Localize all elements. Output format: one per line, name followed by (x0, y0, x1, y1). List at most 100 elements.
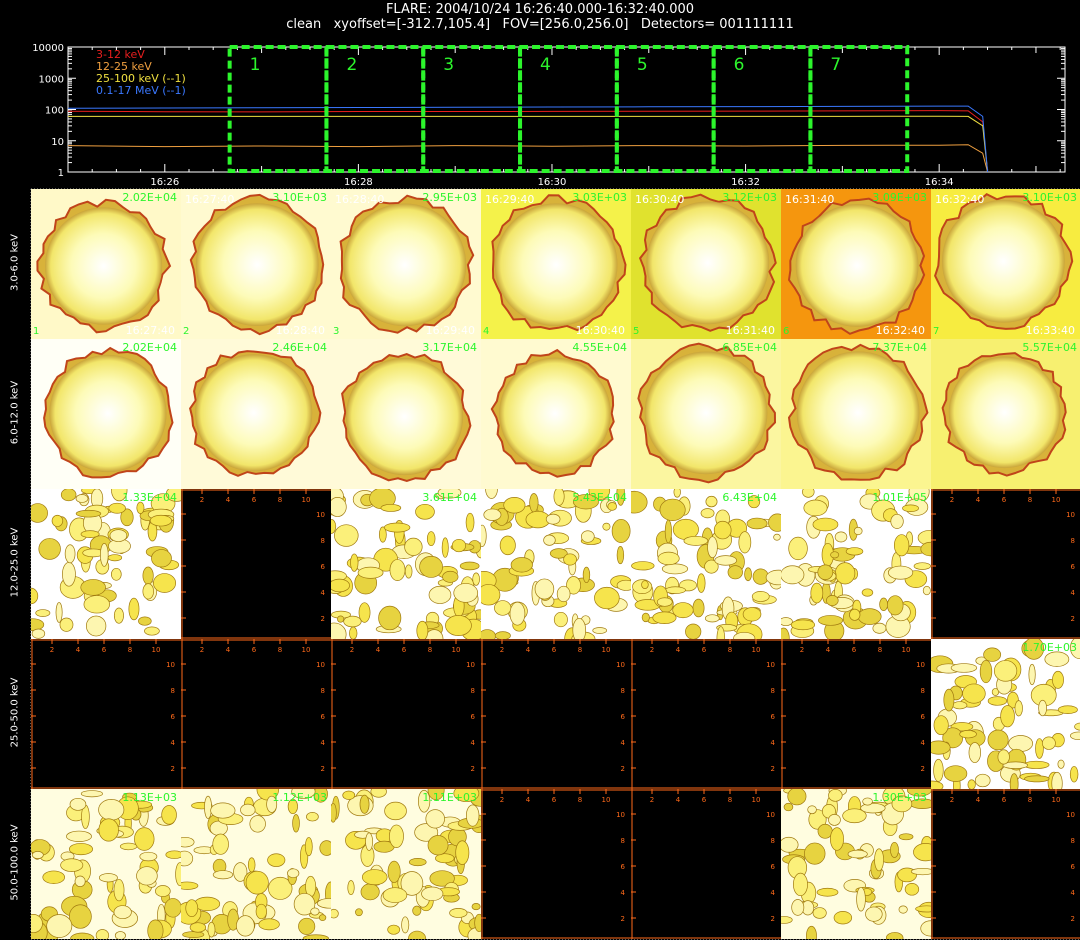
speckle-blob (38, 538, 61, 560)
speckle-blob (781, 617, 793, 627)
series-line (67, 144, 989, 173)
speckle-blob (64, 544, 76, 564)
axis-tick-label: 10 (616, 661, 625, 669)
interval-number-label: 3 (333, 326, 340, 337)
speckle-blob (661, 563, 689, 575)
speckle-blob (979, 659, 993, 684)
speckle-blob (164, 898, 181, 918)
speckle-blob (494, 600, 512, 616)
axis-tick-label: 10 (452, 646, 461, 654)
interval-end-time: 16:32:40 (875, 324, 925, 337)
speckle-blob (416, 620, 429, 639)
speckle-blob (95, 929, 110, 939)
speckle-blob (425, 809, 445, 829)
speckle-blob (194, 896, 221, 912)
speckle-blob (471, 903, 481, 911)
speckle-blob (862, 797, 873, 806)
speckle-blob (1044, 651, 1070, 667)
speckle-blob (75, 494, 89, 503)
image-canvas (181, 189, 331, 339)
image-cell: 2.95E+03 3 16:29:40 16:28:40 (331, 189, 481, 339)
speckle-blob (161, 805, 177, 825)
speckle-blob (704, 614, 720, 623)
image-canvas (31, 489, 181, 639)
speckle-blob (139, 851, 158, 862)
speckle-blob (331, 497, 347, 517)
interval-start-time: 16:29:40 (485, 193, 535, 206)
axis-tick-label: 6 (1002, 496, 1007, 504)
axis-tick-label: 8 (771, 687, 775, 695)
speckle-blob (453, 583, 479, 603)
axis-tick-label: 6 (252, 496, 257, 504)
peak-flux-label: 2.95E+03 (422, 191, 477, 204)
speckle-blob (427, 835, 449, 856)
axis-tick-label: 10 (302, 496, 311, 504)
speckle-blob (1052, 670, 1064, 689)
speckle-blob (781, 836, 799, 853)
blank-image (481, 639, 631, 789)
image-canvas (481, 339, 631, 489)
speckle-blob (350, 553, 359, 572)
interval-label: 3 (443, 55, 454, 75)
speckle-blob (361, 869, 388, 886)
speckle-blob (60, 858, 84, 872)
speckle-blob (51, 514, 64, 527)
peak-flux-label: 1.33E+04 (122, 491, 177, 504)
speckle-blob (594, 586, 620, 610)
blank-image (631, 789, 781, 939)
axis-tick-label: 2 (321, 765, 325, 773)
speckle-blob (304, 837, 313, 857)
speckle-blob (834, 562, 856, 585)
speckle-blob (1041, 736, 1056, 750)
speckle-blob (830, 827, 844, 851)
image-cell: 7.37E+04 (781, 339, 931, 489)
speckle-blob (100, 543, 109, 567)
speckle-blob (915, 905, 931, 913)
interval-end-time: 16:29:40 (425, 324, 475, 337)
speckle-blob (652, 611, 677, 624)
axis-tick-label: 4 (471, 739, 476, 747)
speckle-blob (860, 802, 886, 814)
interval-start-time: 16:28:40 (335, 193, 385, 206)
axis-tick-label: 6 (321, 563, 326, 571)
axis-tick-label: 10 (766, 811, 775, 819)
speckle-blob (204, 795, 212, 819)
blank-image (481, 789, 631, 939)
speckle-blob (210, 802, 236, 819)
interval-box (518, 45, 619, 173)
axis-tick-label: 8 (321, 687, 325, 695)
speckle-blob (113, 607, 124, 624)
image-cell: 2.02E+04 1 16:27:40 (31, 189, 181, 339)
peak-flux-label: 3.10E+03 (272, 191, 327, 204)
axis-tick-label: 6 (621, 713, 626, 721)
speckle-blob (465, 512, 475, 533)
speckle-blob (412, 905, 422, 916)
disk-body (195, 203, 319, 327)
peak-flux-label: 1.01E+05 (872, 491, 927, 504)
speckle-blob (136, 866, 158, 886)
speckle-blob (967, 779, 976, 789)
speckle-blob (66, 830, 92, 842)
interval-box (711, 45, 813, 173)
speckle-blob (952, 701, 968, 710)
speckle-blob (292, 814, 300, 833)
axis-tick-label: 4 (1071, 589, 1076, 597)
speckle-blob (742, 607, 762, 622)
image-canvas (781, 789, 931, 939)
speckle-blob (83, 595, 111, 614)
image-cell: 3.17E+04 (331, 339, 481, 489)
speckle-blob (962, 683, 986, 704)
speckle-blob (1069, 766, 1079, 783)
image-cell: 5.57E+04 (931, 339, 1080, 489)
image-cell: 1.33E+04 (31, 489, 181, 639)
peak-flux-label: 3.12E+03 (722, 191, 777, 204)
image-cell: 2 2 4 4 6 6 8 8 10 10 (631, 789, 781, 939)
speckle-blob (318, 914, 327, 922)
axis-tick-label: 8 (921, 687, 925, 695)
image-cell: 3.12E+03 5 16:31:40 16:30:40 (631, 189, 781, 339)
axis-tick-label: 4 (826, 646, 831, 654)
speckle-blob (138, 616, 152, 626)
blank-image (31, 639, 181, 789)
axis-tick-label: 4 (771, 889, 776, 897)
speckle-blob (109, 529, 128, 542)
